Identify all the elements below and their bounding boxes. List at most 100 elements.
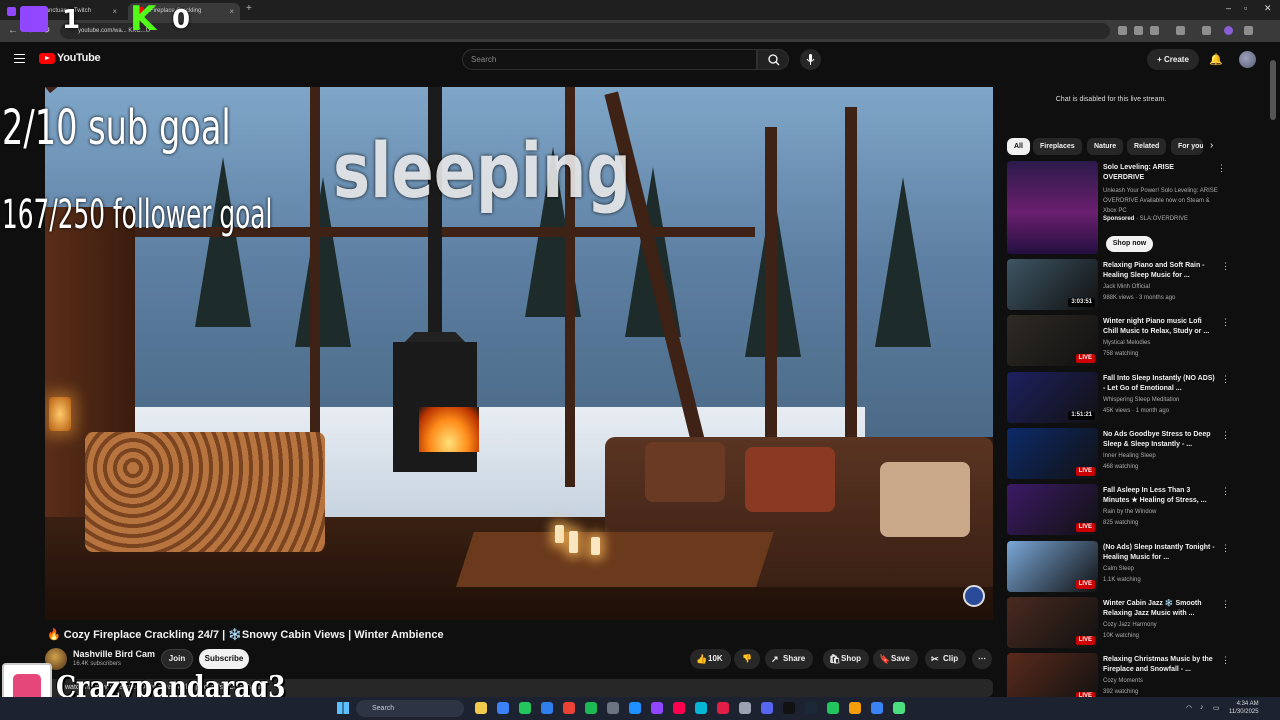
bookmark-star-icon[interactable] (1150, 26, 1159, 35)
taskbar-app-icon[interactable] (893, 702, 905, 714)
taskbar-app-icon[interactable] (761, 702, 773, 714)
more-options-icon[interactable]: ⋮ (1221, 655, 1230, 666)
more-options-icon[interactable]: ⋮ (1221, 430, 1230, 441)
taskbar-app-icon[interactable] (651, 702, 663, 714)
taskbar-app-icon[interactable] (541, 702, 553, 714)
taskbar-app-icon[interactable] (629, 702, 641, 714)
chevron-right-icon[interactable]: › (1210, 140, 1213, 151)
recommendation-title[interactable]: Relaxing Christmas Music by the Fireplac… (1103, 655, 1215, 675)
more-options-icon[interactable]: ⋮ (1221, 261, 1230, 272)
taskbar-search[interactable]: Search (356, 700, 464, 717)
recommendation-title[interactable]: (No Ads) Sleep Instantly Tonight - Heali… (1103, 543, 1215, 563)
save-button[interactable]: 🔖 Save (873, 649, 918, 669)
recommendation-thumbnail[interactable]: LIVE (1007, 541, 1098, 592)
search-input[interactable]: Search (462, 49, 757, 70)
taskbar-app-icon[interactable] (827, 702, 839, 714)
sidepanel-icon[interactable] (1202, 26, 1211, 35)
chip-for-you[interactable]: For you (1171, 138, 1203, 155)
maximize-icon[interactable]: ▫ (1244, 3, 1247, 13)
clip-button[interactable]: ✂ Clip (925, 649, 967, 669)
taskbar-app-icon[interactable] (871, 702, 883, 714)
chip-fireplaces[interactable]: Fireplaces (1033, 138, 1082, 155)
taskbar-app-icon[interactable] (519, 702, 531, 714)
more-actions-button[interactable]: ⋯ (972, 649, 992, 669)
search-button[interactable] (757, 49, 789, 70)
more-options-icon[interactable]: ⋮ (1221, 599, 1230, 610)
more-options-icon[interactable]: ⋮ (1221, 486, 1230, 497)
taskbar-app-icon[interactable] (805, 702, 817, 714)
taskbar-app-icon[interactable] (497, 702, 509, 714)
taskbar-app-icon[interactable] (475, 702, 487, 714)
close-window-icon[interactable]: ✕ (1264, 3, 1272, 14)
windows-start-icon[interactable] (337, 702, 349, 714)
subscribe-button[interactable]: Subscribe (199, 649, 249, 669)
ad-menu-icon[interactable]: ⋮ (1217, 163, 1226, 174)
join-button[interactable]: Join (161, 649, 193, 669)
ad-thumbnail[interactable] (1007, 161, 1098, 254)
chip-nature[interactable]: Nature (1087, 138, 1124, 155)
page-scrollbar[interactable] (1270, 60, 1276, 120)
chip-all[interactable]: All (1007, 138, 1030, 155)
recommendation-item[interactable]: LIVE Winter Cabin Jazz ❄️ Smooth Relaxing… (1007, 597, 1237, 649)
close-tab-icon[interactable]: × (229, 3, 234, 20)
shop-now-button[interactable]: Shop now (1106, 236, 1153, 252)
recommendation-title[interactable]: Winter Cabin Jazz ❄️ Smooth Relaxing Jaz… (1103, 599, 1215, 619)
wifi-icon[interactable]: ◠ (1186, 704, 1192, 712)
recommendation-title[interactable]: Fall Asleep In Less Than 3 Minutes ★ Hea… (1103, 486, 1215, 506)
cast-icon[interactable] (1118, 26, 1127, 35)
more-options-icon[interactable]: ⋮ (1221, 317, 1230, 328)
recommendation-item[interactable]: LIVE Fall Asleep In Less Than 3 Minutes ★… (1007, 484, 1237, 536)
recommendation-title[interactable]: Winter night Piano music Lofi Chill Musi… (1103, 317, 1215, 337)
recommendation-title[interactable]: No Ads Goodbye Stress to Deep Sleep & Sl… (1103, 430, 1215, 450)
recommendation-thumbnail[interactable]: LIVE (1007, 428, 1098, 479)
youtube-logo-icon[interactable] (39, 53, 55, 64)
account-avatar[interactable] (1239, 51, 1256, 68)
channel-name[interactable]: Nashville Bird Cam (73, 649, 155, 659)
new-tab-icon[interactable]: + (246, 3, 252, 14)
recommendation-item[interactable]: 3:03:51 Relaxing Piano and Soft Rain - He… (1007, 259, 1237, 311)
close-tab-icon[interactable]: × (112, 3, 117, 20)
profile-icon[interactable] (1224, 26, 1233, 35)
taskbar-app-icon[interactable] (673, 702, 685, 714)
url-field[interactable]: youtube.com/wa... KXC...U (60, 23, 1110, 39)
recommendation-thumbnail[interactable]: LIVE (1007, 315, 1098, 366)
volume-icon[interactable]: ♪ (1200, 704, 1204, 711)
recommendation-item[interactable]: LIVE (No Ads) Sleep Instantly Tonight - H… (1007, 541, 1237, 593)
like-button[interactable]: 👍 10K (690, 649, 731, 669)
zoom-icon[interactable] (1134, 26, 1143, 35)
ad-title[interactable]: Solo Leveling: ARISE OVERDRIVE (1103, 163, 1208, 183)
taskbar-app-icon[interactable] (607, 702, 619, 714)
taskbar-app-icon[interactable] (695, 702, 707, 714)
battery-icon[interactable]: ▭ (1213, 704, 1220, 712)
shop-button[interactable]: 🛍 Shop (823, 649, 869, 669)
clock[interactable]: 4:34 AM 11/30/2025 (1229, 700, 1259, 716)
youtube-logo-text[interactable]: YouTube (57, 52, 101, 64)
channel-watermark[interactable] (963, 585, 985, 607)
more-options-icon[interactable]: ⋮ (1221, 374, 1230, 385)
more-options-icon[interactable]: ⋮ (1221, 543, 1230, 554)
browser-menu-icon[interactable] (1244, 26, 1253, 35)
taskbar-app-icon[interactable] (717, 702, 729, 714)
taskbar-app-icon[interactable] (585, 702, 597, 714)
share-button[interactable]: ↗ Share (765, 649, 814, 669)
minimize-icon[interactable]: – (1226, 3, 1231, 13)
recommendation-thumbnail[interactable]: 1:51:21 (1007, 372, 1098, 423)
recommendation-title[interactable]: Fall Into Sleep Instantly (NO ADS) - Let… (1103, 374, 1215, 394)
notifications-bell-icon[interactable]: 🔔 (1209, 53, 1223, 66)
recommendation-item[interactable]: LIVE Winter night Piano music Lofi Chill … (1007, 315, 1237, 367)
create-button[interactable]: + Create (1147, 49, 1199, 70)
recommendation-item[interactable]: 1:51:21 Fall Into Sleep Instantly (NO ADS… (1007, 372, 1237, 424)
dislike-button[interactable]: 👎 (734, 649, 760, 669)
chip-related[interactable]: Related (1127, 138, 1167, 155)
voice-search-button[interactable] (800, 49, 821, 70)
menu-icon[interactable] (14, 54, 25, 63)
recommendation-item[interactable]: LIVE No Ads Goodbye Stress to Deep Sleep … (1007, 428, 1237, 480)
taskbar-app-icon[interactable] (783, 702, 795, 714)
recommendation-title[interactable]: Relaxing Piano and Soft Rain - Healing S… (1103, 261, 1215, 281)
taskbar-app-icon[interactable] (739, 702, 751, 714)
taskbar-app-icon[interactable] (563, 702, 575, 714)
extensions-icon[interactable] (1176, 26, 1185, 35)
recommendation-thumbnail[interactable]: LIVE (1007, 484, 1098, 535)
recommendation-thumbnail[interactable]: LIVE (1007, 597, 1098, 648)
back-icon[interactable]: ← (8, 25, 18, 36)
